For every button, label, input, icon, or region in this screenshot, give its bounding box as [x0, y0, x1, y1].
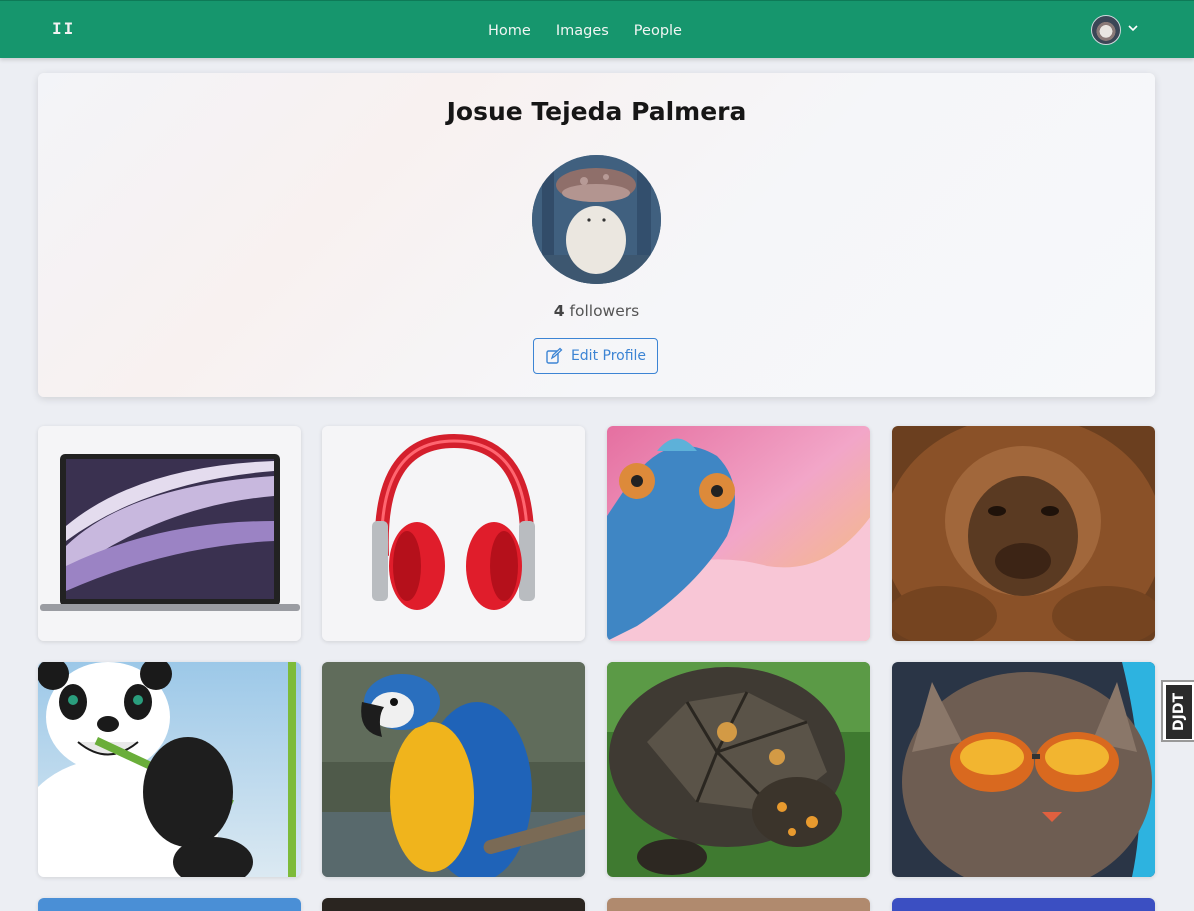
nav-link-people[interactable]: People	[634, 23, 682, 39]
followers-number: 4	[553, 302, 565, 320]
edit-icon	[546, 347, 563, 364]
profile-card: Josue Tejeda Palmera 4 followers Edit Pr…	[38, 73, 1155, 397]
user-avatar[interactable]	[1091, 15, 1121, 45]
gallery-tile-panda[interactable]	[38, 662, 301, 877]
followers-label: followers	[569, 302, 640, 320]
edit-profile-button[interactable]: Edit Profile	[533, 338, 658, 374]
gallery-tile-headphones[interactable]	[322, 426, 585, 641]
debug-toolbar-handle[interactable]: DJDT	[1161, 680, 1194, 742]
gallery-tile-laptop[interactable]	[38, 426, 301, 641]
gallery-tile-tortoise[interactable]	[607, 662, 870, 877]
nav-link-images[interactable]: Images	[556, 23, 609, 39]
edit-profile-label: Edit Profile	[570, 348, 647, 364]
nav-link-home[interactable]: Home	[488, 23, 531, 39]
brand-logo[interactable]: II	[52, 19, 75, 38]
profile-avatar	[532, 155, 661, 284]
gallery-tile-row3-3[interactable]	[607, 898, 870, 911]
followers-count: 4 followers	[38, 302, 1155, 320]
nav-links: Home Images People	[488, 22, 707, 40]
gallery-tile-cat-sunglasses[interactable]	[892, 662, 1155, 877]
top-navbar: II Home Images People	[0, 0, 1194, 58]
gallery-tile-macaw[interactable]	[322, 662, 585, 877]
gallery-tile-row3-4[interactable]	[892, 898, 1155, 911]
gallery-tile-row3-2[interactable]	[322, 898, 585, 911]
gallery-tile-row3-1[interactable]	[38, 898, 301, 911]
profile-name: Josue Tejeda Palmera	[446, 97, 747, 126]
gallery-tile-chameleon[interactable]	[607, 426, 870, 641]
chevron-down-icon[interactable]	[1126, 21, 1140, 35]
debug-toolbar-label: DJDT	[1166, 685, 1192, 739]
gallery-tile-orangutan[interactable]	[892, 426, 1155, 641]
